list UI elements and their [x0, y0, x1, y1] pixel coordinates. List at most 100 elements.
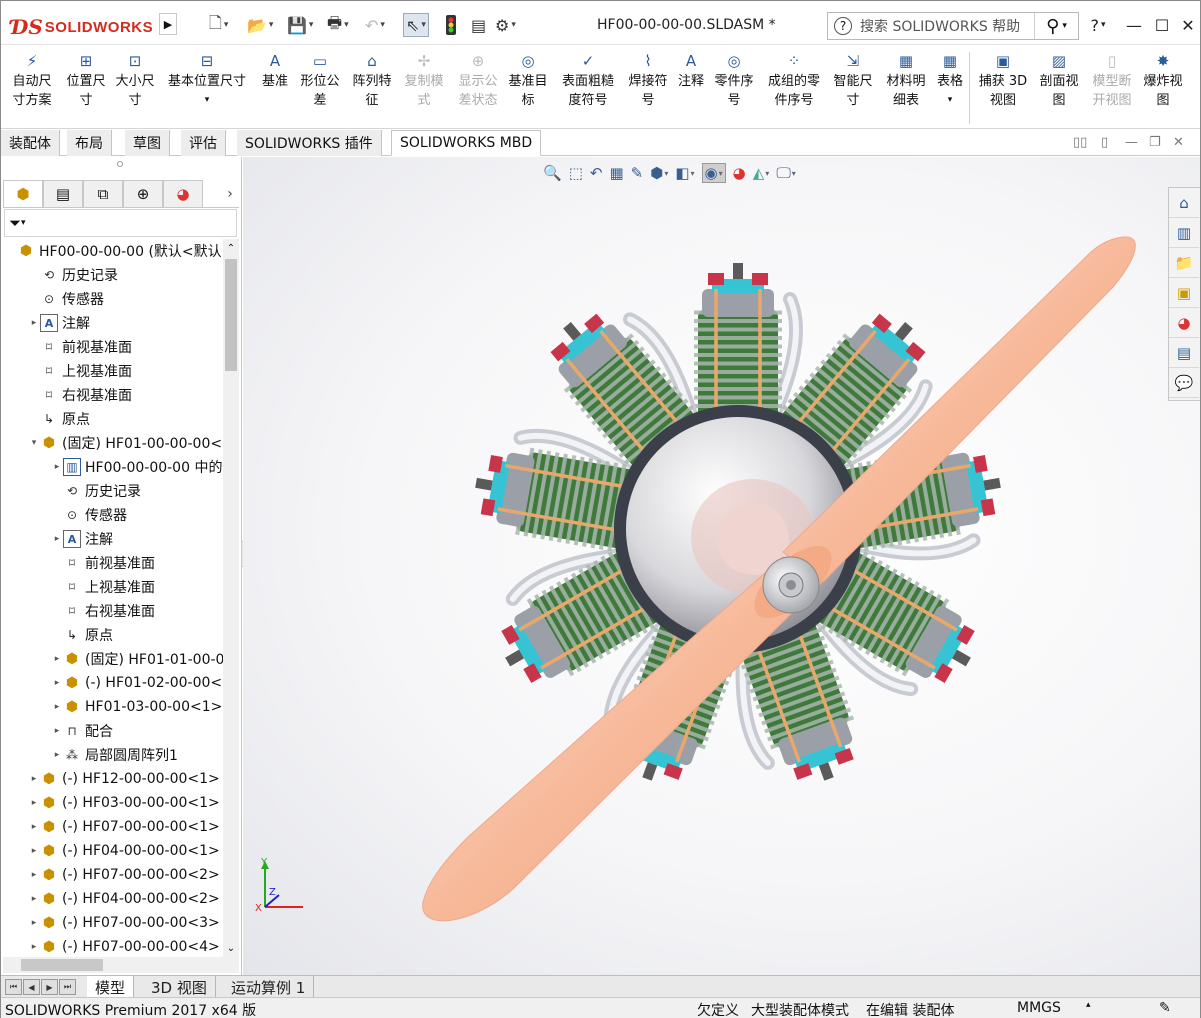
- panel-grip-icon[interactable]: [117, 161, 123, 167]
- chevron-down-icon[interactable]: ▾: [948, 91, 953, 110]
- tree-node[interactable]: ▸ ⬢ (-) HF07-00-00-00<4> (: [28, 935, 223, 957]
- ribbon-button-surface-finish[interactable]: ✓ 表面粗糙 度符号: [557, 50, 619, 110]
- ribbon-button-weld-symbol[interactable]: ⌇ 焊接符号: [623, 50, 673, 110]
- ribbon-button-note[interactable]: A 注释: [675, 50, 707, 91]
- tree-node[interactable]: ▸ ⬢ (-) HF01-02-00-00<1: [51, 671, 223, 695]
- doc-close-icon[interactable]: ✕: [1173, 135, 1184, 150]
- open-document-button[interactable]: 📂 ▾: [247, 13, 273, 37]
- tree-node[interactable]: ▸ ⁂ 局部圆周阵列1: [51, 743, 178, 767]
- tree-filter[interactable]: ⏷ ▾: [4, 209, 237, 237]
- feature-manager-tab[interactable]: ⬢: [3, 180, 43, 207]
- tree-node[interactable]: ▸ ⬢ (-) HF04-00-00-00<2> (: [28, 887, 223, 911]
- chevron-down-icon[interactable]: ▾: [205, 91, 210, 110]
- custom-properties-icon[interactable]: ▤: [1169, 338, 1199, 368]
- dimxpert-manager-tab[interactable]: ⊕: [123, 180, 163, 207]
- view-settings-button[interactable]: 🖵 ▾: [776, 164, 795, 182]
- ribbon-button-exploded-view[interactable]: ✸ 爆炸视图: [1139, 50, 1187, 110]
- solidworks-resources-icon[interactable]: ⌂: [1169, 188, 1199, 218]
- ribbon-button-bom[interactable]: ▦ 材料明 细表: [881, 50, 931, 110]
- file-explorer-icon[interactable]: 📁: [1169, 248, 1199, 278]
- tree-node[interactable]: ⊙ 传感器: [28, 287, 104, 311]
- collapse-arrow-icon[interactable]: ▾: [28, 438, 40, 448]
- quick-tips-icon[interactable]: ✎: [1159, 1000, 1171, 1016]
- expand-arrow-icon[interactable]: ▸: [28, 798, 40, 808]
- ribbon-button-section-view[interactable]: ▨ 剖面视图: [1035, 50, 1083, 110]
- tree-node[interactable]: ▾ ⬢ (固定) HF01-00-00-00<1: [28, 431, 223, 455]
- expand-arrow-icon[interactable]: ▸: [28, 774, 40, 784]
- tree-node[interactable]: ▸ ⊓ 配合: [51, 719, 113, 743]
- display-manager-tab[interactable]: ◕: [163, 180, 203, 207]
- tree-node[interactable]: ⌑ 上视基准面: [51, 575, 155, 599]
- ribbon-button-table[interactable]: ▦ 表格 ▾: [933, 50, 967, 110]
- tree-node[interactable]: ⌑ 上视基准面: [28, 359, 132, 383]
- search-input[interactable]: 搜索 SOLIDWORKS 帮助: [860, 16, 1034, 36]
- next-tab-icon[interactable]: ▶: [41, 979, 58, 995]
- solidworks-logo[interactable]: ƊS SOLIDWORKS: [11, 9, 157, 45]
- search-box[interactable]: ? 搜索 SOLIDWORKS 帮助 ⚲ ▾: [827, 12, 1079, 40]
- select-button[interactable]: ⇖ ▾: [403, 13, 429, 37]
- file-properties-button[interactable]: ▤: [471, 13, 486, 37]
- tree-node[interactable]: ▸ A 注解: [28, 311, 90, 335]
- doc-minimize-icon[interactable]: —: [1125, 135, 1138, 150]
- design-library-icon[interactable]: ▥: [1169, 218, 1199, 248]
- tree-node[interactable]: ⌑ 右视基准面: [51, 599, 155, 623]
- tree-node[interactable]: ▸ ⬢ (-) HF12-00-00-00<1> (: [28, 767, 223, 791]
- tree-node[interactable]: ↳ 原点: [28, 407, 90, 431]
- expand-arrow-icon[interactable]: ▸: [28, 822, 40, 832]
- ribbon-button-datum-target[interactable]: ◎ 基准目标: [503, 50, 553, 110]
- maximize-button[interactable]: ☐: [1149, 13, 1175, 37]
- ribbon-button-balloon[interactable]: ◎ 零件序号: [709, 50, 759, 110]
- expand-arrow-icon[interactable]: ▸: [28, 918, 40, 928]
- tree-node[interactable]: ⌑ 右视基准面: [28, 383, 132, 407]
- tab-4[interactable]: SOLIDWORKS 插件: [237, 130, 382, 156]
- expand-arrow-icon[interactable]: ▸: [51, 654, 63, 664]
- save-button[interactable]: 💾 ▾: [287, 13, 313, 37]
- expand-arrow-icon[interactable]: ▸: [51, 462, 63, 472]
- previous-view-icon[interactable]: ↶: [590, 164, 603, 182]
- apply-scene-button[interactable]: ◭ ▾: [753, 164, 770, 182]
- options-button[interactable]: ⚙ ▾: [495, 13, 516, 37]
- ribbon-button-basic-location-dimension[interactable]: ⊟ 基本位置尺寸 ▾: [161, 50, 253, 110]
- expand-arrow-icon[interactable]: ▸: [28, 846, 40, 856]
- scroll-up-icon[interactable]: ⌃: [223, 239, 239, 257]
- ribbon-button-location-dimension[interactable]: ⊞ 位置尺寸: [61, 50, 111, 110]
- tree-node[interactable]: ⌑ 前视基准面: [51, 551, 155, 575]
- zoom-to-fit-icon[interactable]: 🔍: [543, 164, 562, 182]
- tree-node[interactable]: ↳ 原点: [51, 623, 113, 647]
- unit-system-button[interactable]: MMGS: [1017, 1000, 1061, 1016]
- tree-node[interactable]: ▸ A 注解: [51, 527, 113, 551]
- ribbon-button-smart-dimension[interactable]: ⇲ 智能尺寸: [829, 50, 877, 110]
- tree-node[interactable]: ▸ ⬢ (-) HF07-00-00-00<1> (: [28, 815, 223, 839]
- tree-node[interactable]: ▸ ⬢ (固定) HF01-01-00-0: [51, 647, 223, 671]
- ribbon-button-size-dimension[interactable]: ⊡ 大小尺寸: [111, 50, 159, 110]
- tree-node[interactable]: ⟲ 历史记录: [28, 263, 118, 287]
- expand-arrow-icon[interactable]: ▸: [51, 702, 63, 712]
- minimize-button[interactable]: —: [1121, 13, 1147, 37]
- hide-show-items-button[interactable]: ◉ ▾: [701, 163, 726, 183]
- appearances-icon[interactable]: ◕: [1169, 308, 1199, 338]
- expand-arrow-icon[interactable]: ▸: [51, 678, 63, 688]
- first-tab-icon[interactable]: ⏮: [5, 979, 22, 995]
- tree-node[interactable]: ▸ ⬢ (-) HF07-00-00-00<3> (: [28, 911, 223, 935]
- ribbon-button-stacked-balloon[interactable]: ⁘ 成组的零 件序号: [761, 50, 827, 110]
- prev-tab-icon[interactable]: ◀: [23, 979, 40, 995]
- scroll-thumb[interactable]: [225, 259, 237, 371]
- tree-node[interactable]: ⊙ 传感器: [51, 503, 127, 527]
- scroll-down-icon[interactable]: ⌄: [223, 939, 239, 957]
- bottom-tab-1[interactable]: 3D 视图: [143, 976, 216, 998]
- expand-arrow-icon[interactable]: ▸: [28, 870, 40, 880]
- scroll-thumb[interactable]: [21, 959, 103, 971]
- new-document-button[interactable]: 🗋 ▾: [209, 13, 228, 37]
- tree-node[interactable]: ▸ ⬢ (-) HF07-00-00-00<2> (: [28, 863, 223, 887]
- expand-arrow-icon[interactable]: ▸: [51, 750, 63, 760]
- expand-arrow-icon[interactable]: ▸: [51, 726, 63, 736]
- help-button[interactable]: ? ▾: [1085, 13, 1111, 37]
- expand-arrow-icon[interactable]: ▸: [28, 894, 40, 904]
- tab-2[interactable]: 草图: [125, 130, 170, 156]
- bottom-tab-2[interactable]: 运动算例 1: [223, 976, 315, 998]
- ribbon-button-auto-dimension[interactable]: ⚡ 自动尺 寸方案: [7, 50, 57, 110]
- tree-node[interactable]: ▸ ⬢ (-) HF04-00-00-00<1> (: [28, 839, 223, 863]
- ribbon-button-copy-scheme[interactable]: ✢ 复制模式: [399, 50, 449, 110]
- tab-1[interactable]: 布局: [67, 130, 112, 156]
- ribbon-button-capture-3d-view[interactable]: ▣ 捕获 3D 视图: [975, 50, 1031, 110]
